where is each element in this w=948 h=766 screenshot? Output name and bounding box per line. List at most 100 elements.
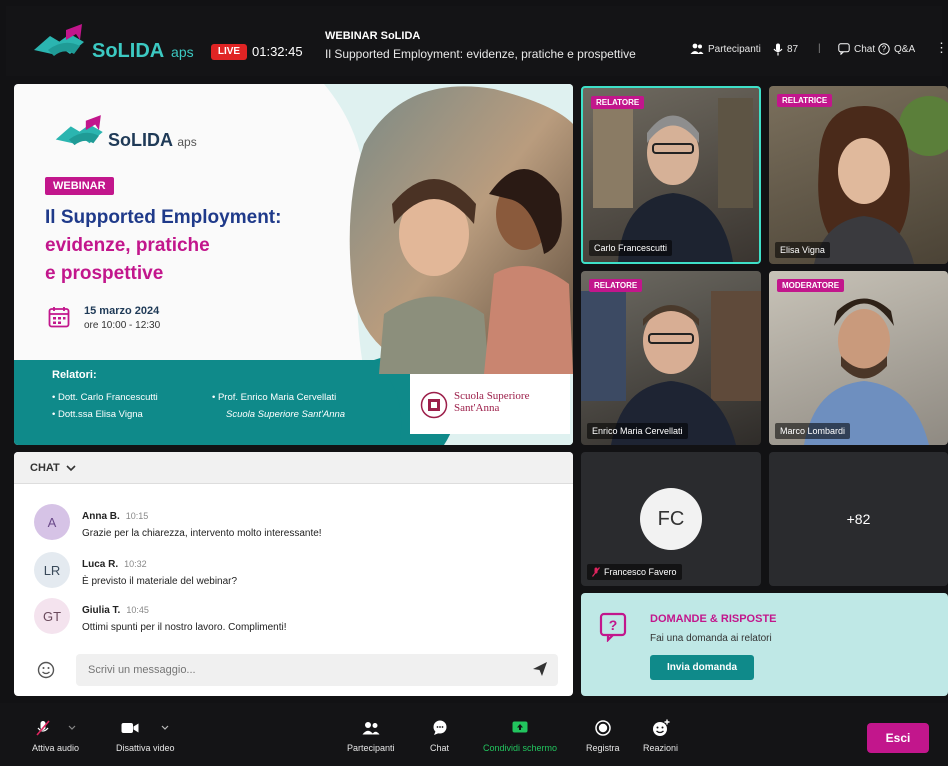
- participant-name: Francesco Favero: [604, 567, 677, 577]
- mic-muted-icon: [592, 567, 600, 577]
- institution-line-2: Sant'Anna: [454, 402, 500, 414]
- video-tile-speaker[interactable]: MODERATORE Marco Lombardi: [769, 271, 948, 445]
- smiley-icon: [37, 661, 55, 679]
- record-button[interactable]: Registra: [586, 719, 620, 753]
- people-icon: [690, 43, 704, 54]
- video-camera-icon: [121, 723, 139, 733]
- speaker-silhouette: [581, 291, 761, 445]
- send-question-button[interactable]: Invia domanda: [650, 655, 754, 680]
- smiley-plus-icon: [652, 719, 670, 736]
- message-time: 10:32: [124, 559, 147, 569]
- speaker-name: Dott. Carlo Francescutti: [57, 392, 158, 403]
- chat-message: A Anna B. 10:15 Grazie per la chiarezza, …: [34, 504, 322, 540]
- mic-count: 87: [773, 43, 798, 56]
- speakers-right: • Prof. Enrico Maria Cervellati Scuola S…: [212, 389, 345, 423]
- chat-message: GT Giulia T. 10:45 Ottimi spunti per il n…: [34, 598, 287, 634]
- toggle-audio-button[interactable]: Attiva audio: [32, 719, 79, 753]
- chat-message-input[interactable]: [76, 654, 558, 686]
- participant-name: Carlo Francescutti: [589, 240, 673, 256]
- role-badge: RELATORE: [589, 279, 643, 292]
- speaker-silhouette: [814, 96, 948, 264]
- send-icon: [533, 662, 547, 676]
- webinar-kicker: WEBINAR SoLIDA: [325, 30, 421, 42]
- chat-toggle-label: Chat: [854, 43, 876, 55]
- brand-suffix: aps: [171, 44, 194, 60]
- share-screen-icon: [512, 721, 528, 733]
- participants-toolbar-button[interactable]: Partecipanti: [347, 719, 395, 753]
- speakers-left: • Dott. Carlo Francescutti • Dott.ssa El…: [52, 389, 158, 423]
- message-author: Giulia T.: [82, 605, 121, 616]
- banner-brand-name: SoLIDA: [108, 130, 173, 150]
- chat-header[interactable]: CHAT: [14, 452, 573, 484]
- speakers-heading: Relatori:: [52, 369, 97, 381]
- speaker-item: • Dott.ssa Elisa Vigna: [52, 409, 143, 420]
- chat-toggle-button[interactable]: Chat: [838, 43, 875, 55]
- top-separator: |: [818, 43, 821, 54]
- qa-panel: ? DOMANDE & RISPOSTE Fai una domanda ai …: [581, 593, 948, 696]
- participant-initials-avatar: FC: [640, 488, 702, 550]
- video-tile-participant[interactable]: FC Francesco Favero: [581, 452, 761, 586]
- banner-badge: WEBINAR: [45, 177, 114, 195]
- brand-name-text: SoLIDA: [92, 40, 164, 62]
- video-tile-speaker[interactable]: RELATRICE Elisa Vigna: [769, 86, 948, 264]
- message-text: È previsto il materiale del webinar?: [82, 576, 238, 587]
- chat-message: LR Luca R. 10:32 È previsto il materiale …: [34, 552, 237, 588]
- role-badge: MODERATORE: [777, 279, 845, 292]
- chat-bubble-icon: [433, 720, 446, 735]
- mic-muted-icon: [35, 720, 50, 736]
- qa-subtitle: Fai una domanda ai relatori: [650, 633, 772, 644]
- more-options-icon[interactable]: ⋮: [935, 40, 948, 56]
- speaker-name: Dott.ssa Elisa Vigna: [57, 409, 143, 420]
- exit-button[interactable]: Esci: [867, 723, 929, 753]
- emoji-button[interactable]: [34, 658, 58, 682]
- message-text: Grazie per la chiarezza, intervento molt…: [82, 528, 322, 539]
- more-participants-tile[interactable]: +82: [769, 452, 948, 586]
- qa-title: DOMANDE & RISPOSTE: [650, 613, 777, 625]
- top-bar: SoLIDA aps: [6, 6, 942, 76]
- participants-toolbar-label: Partecipanti: [347, 743, 395, 753]
- chat-toolbar-label: Chat: [430, 743, 450, 753]
- message-time: 10:45: [126, 605, 149, 615]
- chat-bubble-icon: [838, 43, 850, 55]
- participant-name: Elisa Vigna: [775, 242, 830, 258]
- live-timer: 01:32:45: [252, 44, 303, 59]
- live-badge: LIVE: [211, 44, 247, 60]
- speaker-item: • Prof. Enrico Maria Cervellati: [212, 392, 337, 403]
- send-message-button[interactable]: [532, 661, 552, 681]
- avatar: LR: [34, 552, 70, 588]
- participants-button[interactable]: Partecipanti: [690, 43, 761, 55]
- qa-toggle-button[interactable]: ? Q&A: [878, 43, 915, 55]
- chat-panel: CHAT A Anna B. 10:15 Grazie per la chiare…: [14, 452, 573, 696]
- participant-name: Marco Lombardi: [775, 423, 851, 439]
- microphone-icon: [773, 43, 783, 56]
- chevron-down-icon: [161, 725, 169, 730]
- mic-count-value: 87: [787, 44, 799, 55]
- event-date: 15 marzo 2024: [84, 305, 160, 317]
- qa-toggle-label: Q&A: [894, 43, 916, 55]
- participant-name: Enrico Maria Cervellati: [587, 423, 688, 439]
- chevron-down-icon: [68, 725, 75, 730]
- brand-name: SoLIDA aps: [92, 40, 194, 63]
- banner-title-line-2: evidenze, pratiche: [45, 235, 210, 256]
- video-tile-speaker[interactable]: RELATORE Enrico Maria Cervellati: [581, 271, 761, 445]
- reactions-button[interactable]: Reazioni: [643, 719, 678, 753]
- participants-label: Partecipanti: [708, 43, 761, 55]
- avatar: GT: [34, 598, 70, 634]
- institution-line-1: Scuola Superiore: [454, 390, 530, 402]
- webinar-banner: SoLIDA aps WEBINAR Il Supported Employme…: [14, 84, 573, 445]
- chat-toolbar-button[interactable]: Chat: [430, 719, 449, 753]
- video-tile-speaker[interactable]: RELATORE Carlo Francescutti: [581, 86, 761, 264]
- event-time: ore 10:00 - 12:30: [84, 320, 161, 331]
- audio-label: Attiva audio: [32, 743, 80, 753]
- avatar: A: [34, 504, 70, 540]
- video-label: Disattiva video: [116, 743, 175, 753]
- message-author: Anna B.: [82, 511, 120, 522]
- help-circle-icon: ?: [878, 43, 890, 55]
- question-bubble-icon: ?: [599, 612, 627, 642]
- banner-title-line-3: e prospettive: [45, 263, 164, 284]
- speaker-silhouette: [804, 298, 929, 445]
- banner-brand-suffix: aps: [177, 135, 197, 149]
- share-screen-button[interactable]: Condividi schermo: [483, 719, 557, 753]
- toggle-video-button[interactable]: Disattiva video: [116, 719, 175, 753]
- question-glyph: ?: [609, 617, 618, 633]
